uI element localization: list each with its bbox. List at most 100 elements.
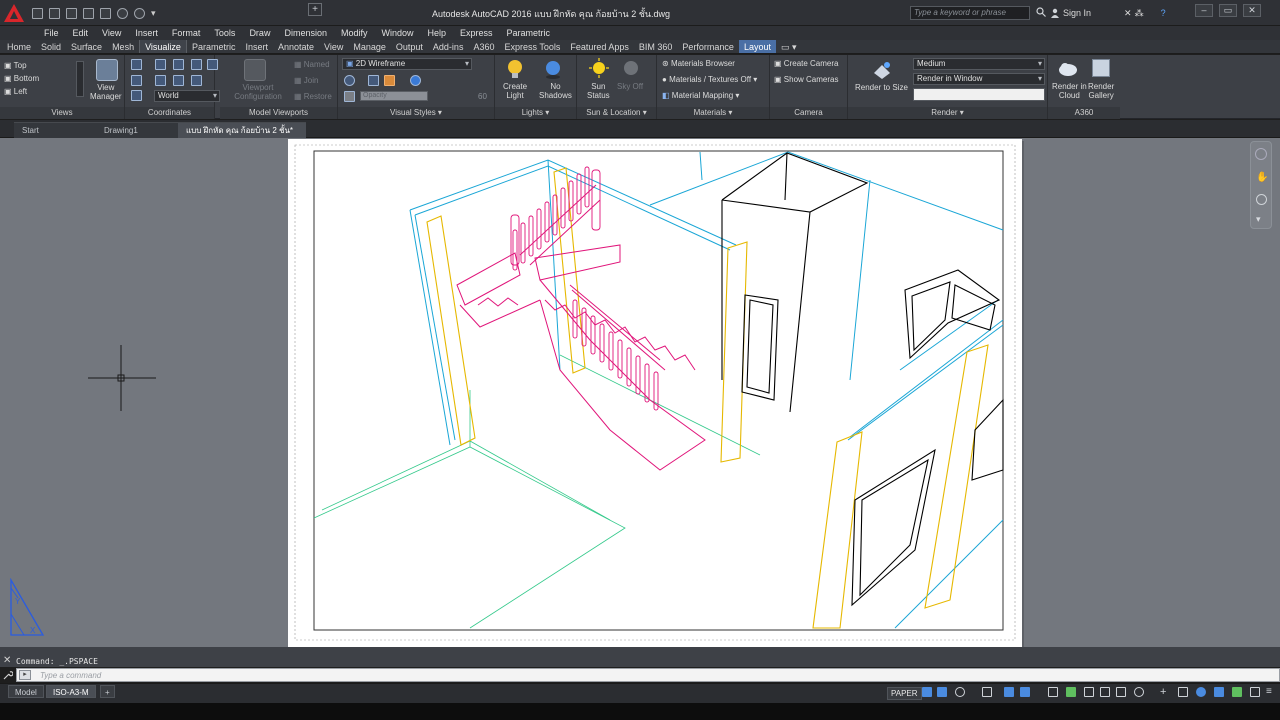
polar-icon[interactable] [955,687,965,697]
nav-expand-icon[interactable]: ▾ [1256,214,1261,225]
ucs-origin-icon[interactable] [173,59,184,70]
shadow-display-icon[interactable] [368,75,379,86]
workspace-gear-icon[interactable] [1134,687,1144,697]
ucs-object-icon[interactable] [131,75,142,86]
a360-icon[interactable]: ⁂ [1135,8,1144,19]
menu-format[interactable]: Format [165,26,208,40]
save-as-icon[interactable] [83,7,94,19]
file-tab-current[interactable]: แบบ ฝึกหัด คุณ ก้อยบ้าน 2 ชั้น* [178,122,306,138]
object-snap-tracking-icon[interactable] [1004,687,1014,697]
ribbon-options-icon[interactable]: ▭ ▾ [776,40,802,53]
no-shadows-button[interactable]: No Shadows [539,82,572,100]
xray-icon[interactable] [410,75,421,86]
tab-layout[interactable]: Layout [738,40,776,53]
grid-icon[interactable] [922,687,932,697]
ucs-zaxis-icon[interactable] [191,59,202,70]
shadows-icon[interactable] [543,58,563,80]
tab-add-ins[interactable]: Add-ins [428,40,469,53]
tab-parametric[interactable]: Parametric [187,40,241,53]
layout-tab-model[interactable]: Model [8,685,44,698]
autocad-logo-icon[interactable] [2,2,26,24]
menu-tools[interactable]: Tools [207,26,242,40]
tab-home[interactable]: Home [2,40,36,53]
create-light-icon[interactable] [505,58,525,80]
materials-browser-button[interactable]: ⊛ Materials Browser [662,59,735,68]
isodraft-icon[interactable] [982,687,992,697]
render-gallery-icon[interactable] [1092,59,1110,77]
sun-status-button[interactable]: Sun Status [587,82,610,100]
redo-icon[interactable] [134,7,145,19]
fullscreen-icon[interactable] [1250,687,1260,697]
undo-icon[interactable] [117,7,128,19]
ucs-icon[interactable] [131,59,142,70]
command-customize-icon[interactable] [3,670,13,680]
menu-edit[interactable]: Edit [66,26,96,40]
render-in-cloud-button[interactable]: Render in Cloud [1052,82,1087,100]
viewport-configuration-button[interactable]: Viewport Configuration [228,83,288,101]
render-to-size-button[interactable]: Render to Size [855,83,908,92]
drawing-canvas[interactable]: X Y ✋ ▾ [0,138,1280,647]
annotation-monitor-icon[interactable] [1100,687,1110,697]
command-prompt-icon[interactable]: ▸ [19,670,31,680]
lineweight-icon[interactable] [1048,687,1058,697]
tab-bim360[interactable]: BIM 360 [634,40,678,53]
menu-modify[interactable]: Modify [334,26,375,40]
add-layout-icon[interactable]: + [100,685,115,698]
panel-title-render[interactable]: Render ▾ [848,107,1047,119]
snap-icon[interactable] [937,687,947,697]
view-bottom[interactable]: ▣ Bottom [4,74,39,83]
search-icon[interactable] [1036,7,1046,17]
close-icon[interactable]: ✕ [1243,4,1261,17]
object-snap-icon[interactable] [1020,687,1030,697]
tab-express-tools[interactable]: Express Tools [499,40,565,53]
menu-file[interactable]: File [37,26,66,40]
tab-insert[interactable]: Insert [240,40,273,53]
show-cameras-button[interactable]: ▣ Show Cameras [774,75,838,84]
visual-style-combo[interactable]: ▣ 2D Wireframe [342,58,472,70]
customization-menu-icon[interactable]: ≡ [1266,687,1276,697]
ucs-3point-icon[interactable] [173,75,184,86]
tab-surface[interactable]: Surface [66,40,107,53]
sun-icon[interactable] [589,58,609,80]
customize-qat-icon[interactable]: ▾ [151,8,158,19]
sign-in-button[interactable]: Sign In ✕ ⁂ ? [1050,6,1166,20]
render-to-size-icon[interactable] [870,59,894,81]
ucs-named-icon[interactable] [131,90,142,101]
layout-tab-iso-a3-m[interactable]: ISO-A3-M [46,685,96,698]
command-close-icon[interactable]: ✕ [3,656,13,666]
tab-output[interactable]: Output [391,40,428,53]
view-manager-icon[interactable] [96,59,118,81]
menu-insert[interactable]: Insert [128,26,165,40]
viewport-config-icon[interactable] [244,59,266,81]
annotation-scale-icon[interactable]: + [1160,687,1170,698]
viewport-frame[interactable] [313,150,1004,631]
tab-solid[interactable]: Solid [36,40,66,53]
pan-icon[interactable]: ✋ [1256,172,1268,184]
view-left[interactable]: ▣ Left [4,87,27,96]
opacity-icon[interactable] [344,91,355,102]
ucs-face-icon[interactable] [155,75,166,86]
material-display-icon[interactable] [384,75,395,86]
view-top[interactable]: ▣ Top [4,61,27,70]
isolate-objects-icon[interactable] [1178,687,1188,697]
menu-view[interactable]: View [95,26,128,40]
render-exposure-field[interactable] [913,88,1045,101]
viewport-drawing[interactable] [288,139,1022,647]
new-tab-icon[interactable]: + [308,3,322,16]
render-gallery-button[interactable]: Render Gallery [1088,82,1114,100]
sky-off-button[interactable]: Sky Off [617,82,643,91]
selection-cycling-icon[interactable] [1084,687,1094,697]
paper-space-toggle[interactable]: PAPER [887,687,922,700]
render-cloud-icon[interactable] [1057,59,1079,79]
zoom-icon[interactable] [1256,194,1267,205]
menu-window[interactable]: Window [375,26,421,40]
units-icon[interactable] [1116,687,1126,697]
tab-manage[interactable]: Manage [348,40,391,53]
menu-dimension[interactable]: Dimension [277,26,334,40]
save-icon[interactable] [66,7,77,19]
menu-draw[interactable]: Draw [242,26,277,40]
transparency-icon[interactable] [1066,687,1076,697]
file-tab-drawing1[interactable]: Drawing1 [96,122,178,138]
join-viewports-button[interactable]: ▦ Join [294,76,318,85]
tab-performance[interactable]: Performance [677,40,739,53]
